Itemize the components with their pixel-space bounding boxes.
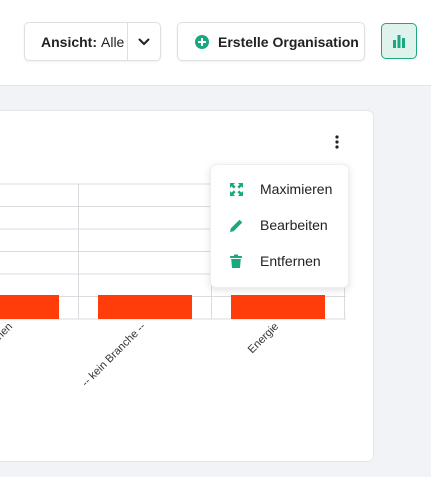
x-tick-label: ...hen: [0, 321, 15, 349]
chart-x-tick-labels: ...hen -- kein Branche -- Energie: [0, 320, 281, 389]
menu-item-remove[interactable]: Entfernen: [211, 243, 348, 279]
maximize-icon: [228, 181, 244, 197]
more-vertical-icon: [335, 135, 339, 149]
menu-item-label: Entfernen: [260, 253, 321, 269]
trash-icon: [228, 253, 244, 269]
x-tick-label: Energie: [246, 321, 281, 356]
menu-item-maximize[interactable]: Maximieren: [211, 171, 348, 207]
widget-options-menu: Maximieren Bearbeiten Entfernen: [210, 164, 349, 288]
bar[interactable]: [0, 295, 59, 319]
menu-item-label: Maximieren: [260, 181, 333, 197]
pencil-icon: [228, 217, 244, 233]
bar[interactable]: [231, 295, 325, 319]
x-tick-label: -- kein Branche --: [80, 320, 149, 389]
chart-bars: [0, 295, 325, 319]
menu-item-label: Bearbeiten: [260, 217, 328, 233]
bar[interactable]: [98, 295, 192, 319]
menu-item-edit[interactable]: Bearbeiten: [211, 207, 348, 243]
widget-options-button[interactable]: [326, 133, 348, 151]
